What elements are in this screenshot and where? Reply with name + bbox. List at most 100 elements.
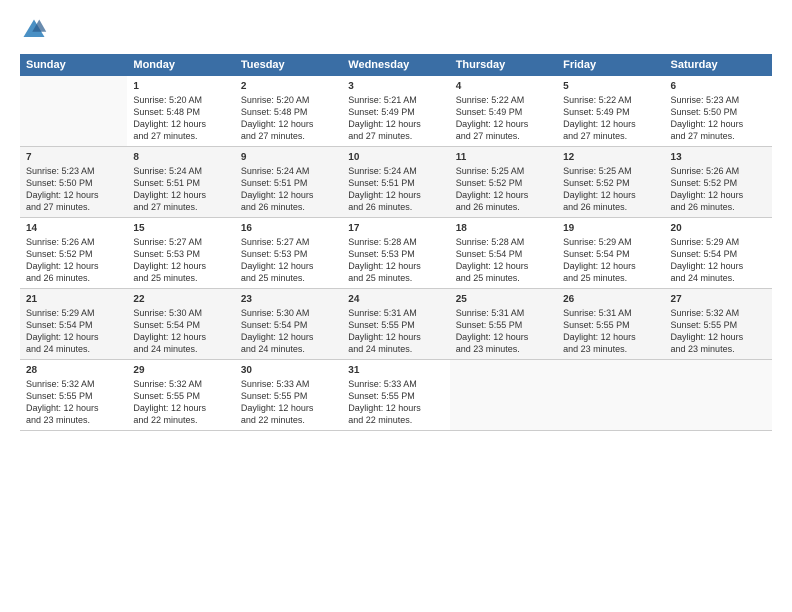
day-info: Sunrise: 5:28 AM Sunset: 5:54 PM Dayligh… bbox=[456, 236, 551, 285]
day-number: 3 bbox=[348, 80, 443, 94]
day-number: 20 bbox=[671, 222, 766, 236]
day-number: 28 bbox=[26, 364, 121, 378]
day-number: 12 bbox=[563, 151, 658, 165]
day-number: 11 bbox=[456, 151, 551, 165]
day-number: 4 bbox=[456, 80, 551, 94]
calendar-cell: 3Sunrise: 5:21 AM Sunset: 5:49 PM Daylig… bbox=[342, 76, 449, 147]
day-number: 19 bbox=[563, 222, 658, 236]
day-number: 25 bbox=[456, 293, 551, 307]
day-info: Sunrise: 5:23 AM Sunset: 5:50 PM Dayligh… bbox=[26, 165, 121, 214]
day-number: 5 bbox=[563, 80, 658, 94]
day-info: Sunrise: 5:20 AM Sunset: 5:48 PM Dayligh… bbox=[241, 94, 336, 143]
header-day-wednesday: Wednesday bbox=[342, 54, 449, 76]
header-day-thursday: Thursday bbox=[450, 54, 557, 76]
day-info: Sunrise: 5:32 AM Sunset: 5:55 PM Dayligh… bbox=[133, 378, 228, 427]
day-number: 14 bbox=[26, 222, 121, 236]
day-info: Sunrise: 5:21 AM Sunset: 5:49 PM Dayligh… bbox=[348, 94, 443, 143]
day-number: 30 bbox=[241, 364, 336, 378]
calendar-cell bbox=[557, 360, 664, 431]
calendar-cell: 14Sunrise: 5:26 AM Sunset: 5:52 PM Dayli… bbox=[20, 218, 127, 289]
day-info: Sunrise: 5:33 AM Sunset: 5:55 PM Dayligh… bbox=[348, 378, 443, 427]
calendar-cell: 17Sunrise: 5:28 AM Sunset: 5:53 PM Dayli… bbox=[342, 218, 449, 289]
day-info: Sunrise: 5:24 AM Sunset: 5:51 PM Dayligh… bbox=[348, 165, 443, 214]
day-number: 24 bbox=[348, 293, 443, 307]
week-row-1: 7Sunrise: 5:23 AM Sunset: 5:50 PM Daylig… bbox=[20, 147, 772, 218]
header-day-sunday: Sunday bbox=[20, 54, 127, 76]
page: SundayMondayTuesdayWednesdayThursdayFrid… bbox=[0, 0, 792, 612]
day-info: Sunrise: 5:32 AM Sunset: 5:55 PM Dayligh… bbox=[671, 307, 766, 356]
calendar-cell: 30Sunrise: 5:33 AM Sunset: 5:55 PM Dayli… bbox=[235, 360, 342, 431]
day-number: 22 bbox=[133, 293, 228, 307]
calendar-cell: 20Sunrise: 5:29 AM Sunset: 5:54 PM Dayli… bbox=[665, 218, 772, 289]
calendar-cell: 18Sunrise: 5:28 AM Sunset: 5:54 PM Dayli… bbox=[450, 218, 557, 289]
header-row: SundayMondayTuesdayWednesdayThursdayFrid… bbox=[20, 54, 772, 76]
calendar-cell: 1Sunrise: 5:20 AM Sunset: 5:48 PM Daylig… bbox=[127, 76, 234, 147]
logo bbox=[20, 16, 52, 44]
day-number: 6 bbox=[671, 80, 766, 94]
day-info: Sunrise: 5:22 AM Sunset: 5:49 PM Dayligh… bbox=[563, 94, 658, 143]
calendar-cell: 4Sunrise: 5:22 AM Sunset: 5:49 PM Daylig… bbox=[450, 76, 557, 147]
calendar-cell: 28Sunrise: 5:32 AM Sunset: 5:55 PM Dayli… bbox=[20, 360, 127, 431]
day-number: 27 bbox=[671, 293, 766, 307]
day-number: 16 bbox=[241, 222, 336, 236]
calendar-cell: 2Sunrise: 5:20 AM Sunset: 5:48 PM Daylig… bbox=[235, 76, 342, 147]
day-info: Sunrise: 5:24 AM Sunset: 5:51 PM Dayligh… bbox=[241, 165, 336, 214]
day-number: 9 bbox=[241, 151, 336, 165]
calendar-cell: 5Sunrise: 5:22 AM Sunset: 5:49 PM Daylig… bbox=[557, 76, 664, 147]
day-number: 21 bbox=[26, 293, 121, 307]
calendar-cell bbox=[665, 360, 772, 431]
calendar-cell: 10Sunrise: 5:24 AM Sunset: 5:51 PM Dayli… bbox=[342, 147, 449, 218]
week-row-0: 1Sunrise: 5:20 AM Sunset: 5:48 PM Daylig… bbox=[20, 76, 772, 147]
calendar-cell: 22Sunrise: 5:30 AM Sunset: 5:54 PM Dayli… bbox=[127, 289, 234, 360]
day-number: 26 bbox=[563, 293, 658, 307]
day-number: 29 bbox=[133, 364, 228, 378]
day-info: Sunrise: 5:30 AM Sunset: 5:54 PM Dayligh… bbox=[241, 307, 336, 356]
calendar-table: SundayMondayTuesdayWednesdayThursdayFrid… bbox=[20, 54, 772, 431]
day-number: 7 bbox=[26, 151, 121, 165]
day-number: 18 bbox=[456, 222, 551, 236]
day-number: 2 bbox=[241, 80, 336, 94]
day-number: 23 bbox=[241, 293, 336, 307]
calendar-cell: 9Sunrise: 5:24 AM Sunset: 5:51 PM Daylig… bbox=[235, 147, 342, 218]
calendar-cell: 31Sunrise: 5:33 AM Sunset: 5:55 PM Dayli… bbox=[342, 360, 449, 431]
day-info: Sunrise: 5:27 AM Sunset: 5:53 PM Dayligh… bbox=[133, 236, 228, 285]
header bbox=[20, 16, 772, 44]
calendar-cell: 19Sunrise: 5:29 AM Sunset: 5:54 PM Dayli… bbox=[557, 218, 664, 289]
day-info: Sunrise: 5:20 AM Sunset: 5:48 PM Dayligh… bbox=[133, 94, 228, 143]
day-info: Sunrise: 5:22 AM Sunset: 5:49 PM Dayligh… bbox=[456, 94, 551, 143]
calendar-cell bbox=[20, 76, 127, 147]
day-number: 10 bbox=[348, 151, 443, 165]
calendar-cell: 13Sunrise: 5:26 AM Sunset: 5:52 PM Dayli… bbox=[665, 147, 772, 218]
day-info: Sunrise: 5:31 AM Sunset: 5:55 PM Dayligh… bbox=[456, 307, 551, 356]
day-number: 31 bbox=[348, 364, 443, 378]
calendar-cell: 26Sunrise: 5:31 AM Sunset: 5:55 PM Dayli… bbox=[557, 289, 664, 360]
header-day-friday: Friday bbox=[557, 54, 664, 76]
day-info: Sunrise: 5:30 AM Sunset: 5:54 PM Dayligh… bbox=[133, 307, 228, 356]
week-row-2: 14Sunrise: 5:26 AM Sunset: 5:52 PM Dayli… bbox=[20, 218, 772, 289]
calendar-cell: 29Sunrise: 5:32 AM Sunset: 5:55 PM Dayli… bbox=[127, 360, 234, 431]
day-info: Sunrise: 5:27 AM Sunset: 5:53 PM Dayligh… bbox=[241, 236, 336, 285]
day-info: Sunrise: 5:28 AM Sunset: 5:53 PM Dayligh… bbox=[348, 236, 443, 285]
calendar-cell: 8Sunrise: 5:24 AM Sunset: 5:51 PM Daylig… bbox=[127, 147, 234, 218]
day-info: Sunrise: 5:26 AM Sunset: 5:52 PM Dayligh… bbox=[671, 165, 766, 214]
day-info: Sunrise: 5:25 AM Sunset: 5:52 PM Dayligh… bbox=[456, 165, 551, 214]
day-info: Sunrise: 5:31 AM Sunset: 5:55 PM Dayligh… bbox=[348, 307, 443, 356]
day-info: Sunrise: 5:32 AM Sunset: 5:55 PM Dayligh… bbox=[26, 378, 121, 427]
header-day-saturday: Saturday bbox=[665, 54, 772, 76]
day-info: Sunrise: 5:29 AM Sunset: 5:54 PM Dayligh… bbox=[563, 236, 658, 285]
day-number: 1 bbox=[133, 80, 228, 94]
calendar-cell: 23Sunrise: 5:30 AM Sunset: 5:54 PM Dayli… bbox=[235, 289, 342, 360]
day-number: 13 bbox=[671, 151, 766, 165]
day-info: Sunrise: 5:29 AM Sunset: 5:54 PM Dayligh… bbox=[26, 307, 121, 356]
calendar-cell: 25Sunrise: 5:31 AM Sunset: 5:55 PM Dayli… bbox=[450, 289, 557, 360]
day-number: 17 bbox=[348, 222, 443, 236]
day-info: Sunrise: 5:33 AM Sunset: 5:55 PM Dayligh… bbox=[241, 378, 336, 427]
calendar-cell: 16Sunrise: 5:27 AM Sunset: 5:53 PM Dayli… bbox=[235, 218, 342, 289]
calendar-cell: 21Sunrise: 5:29 AM Sunset: 5:54 PM Dayli… bbox=[20, 289, 127, 360]
header-day-monday: Monday bbox=[127, 54, 234, 76]
day-number: 15 bbox=[133, 222, 228, 236]
calendar-cell bbox=[450, 360, 557, 431]
day-info: Sunrise: 5:24 AM Sunset: 5:51 PM Dayligh… bbox=[133, 165, 228, 214]
calendar-cell: 11Sunrise: 5:25 AM Sunset: 5:52 PM Dayli… bbox=[450, 147, 557, 218]
week-row-4: 28Sunrise: 5:32 AM Sunset: 5:55 PM Dayli… bbox=[20, 360, 772, 431]
